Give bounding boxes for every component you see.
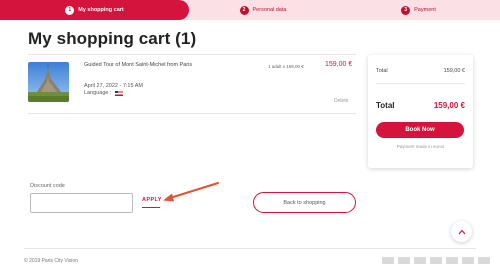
checkout-steps: 1 My shopping cart 2 Personal data 3 Pay… — [0, 0, 500, 20]
step-number: 1 — [65, 5, 75, 15]
step-payment: 3 Payment — [337, 0, 500, 20]
apply-button[interactable]: APPLY — [142, 197, 162, 203]
copyright: © 2019 Paris City Vision — [24, 258, 78, 264]
discount-code-input[interactable] — [30, 193, 133, 213]
total-value: 159,00 € — [433, 101, 465, 110]
step-shopping-cart: 1 My shopping cart — [0, 0, 189, 20]
step-label: Personal data — [252, 7, 287, 13]
paypal-icon — [478, 257, 490, 264]
book-now-button[interactable]: Book Now — [376, 122, 464, 138]
apply-underline — [142, 207, 160, 208]
chevron-up-icon — [458, 229, 465, 234]
language-label: Language : — [84, 90, 112, 96]
summary-subtotal-row: Total 159,00 € — [376, 68, 465, 74]
tour-language: Language : — [84, 90, 123, 96]
step-label: Payment — [414, 7, 436, 13]
step-number: 3 — [401, 5, 411, 15]
us-flag-icon — [114, 90, 123, 96]
visa-icon — [382, 257, 394, 264]
payment-note: Payment made in euros — [396, 144, 445, 149]
footer-divider — [24, 248, 476, 249]
subtotal-value: 159,00 € — [443, 68, 465, 74]
divider — [28, 54, 356, 55]
back-to-shopping-button[interactable]: Back to shopping — [253, 192, 356, 213]
mastercard-icon — [398, 257, 410, 264]
scroll-to-top-button[interactable] — [451, 221, 472, 242]
card-icon — [446, 257, 458, 264]
item-price: 159,00 € — [325, 61, 353, 68]
discount-code-label: Discount code — [30, 183, 65, 189]
summary-total-row: Total 159,00 € — [376, 101, 465, 110]
tour-date: April 27, 2022 - 7:15 AM — [84, 83, 144, 89]
maestro-icon — [414, 257, 426, 264]
tour-title[interactable]: Guided Tour of Mont Saint-Michel from Pa… — [84, 62, 192, 68]
step-personal-data: 2 Personal data — [181, 0, 337, 20]
divider — [28, 113, 356, 114]
delete-item-link[interactable]: Delete — [334, 98, 348, 104]
order-summary: Total 159,00 € Total 159,00 € Book Now P… — [368, 55, 473, 168]
total-label: Total — [376, 101, 395, 110]
payment-methods — [382, 257, 490, 264]
step-number: 2 — [239, 5, 249, 15]
bank-icon — [462, 257, 474, 264]
annotation-arrow-icon — [163, 182, 219, 202]
step-label: My shopping cart — [78, 7, 124, 13]
tour-thumbnail[interactable] — [28, 62, 69, 102]
page-title: My shopping cart (1) — [28, 29, 197, 48]
subtotal-label: Total — [376, 68, 388, 74]
amex-icon — [430, 257, 442, 264]
divider — [376, 83, 465, 84]
item-quantity: 1 adult x 159,00 € — [268, 64, 304, 69]
